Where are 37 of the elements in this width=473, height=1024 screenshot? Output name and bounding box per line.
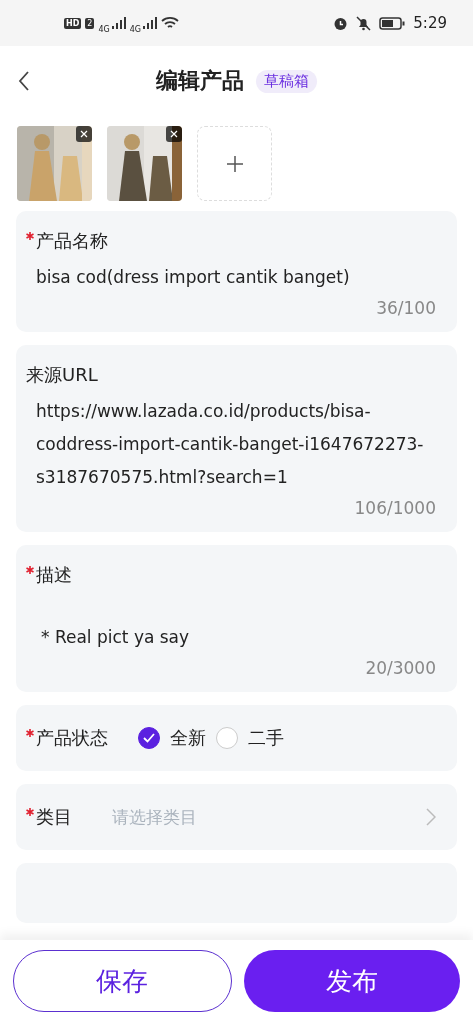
hd-badge: HD [64,17,82,29]
input-field[interactable]: * Real pict ya say [41,621,436,654]
radio-option[interactable]: 全新 [138,726,206,750]
radio-option[interactable]: 二手 [216,726,284,750]
signal-icon [143,17,158,29]
chevron-right-icon [426,808,436,826]
remove-photo-button[interactable] [76,126,92,142]
field-label: 产品状态 [36,726,108,750]
field-label: 类目 [36,805,72,829]
network-label: 4G [129,24,142,34]
option-label: 二手 [248,726,284,750]
back-icon[interactable] [18,71,30,91]
input-field[interactable]: https://www.lazada.co.id/products/bisa-coddress-import-cantik-banget-i1647672273-s3187670575.html?search=1 [36,395,436,494]
sim-badge: 2 [85,17,95,29]
clock-time: 5:29 [413,14,447,32]
signal-icon [111,17,126,29]
field-label: 来源URL [26,363,98,387]
remove-photo-button[interactable] [166,126,182,142]
page-title: 编辑产品 [156,67,244,95]
muted-bell-icon [356,15,372,31]
option-label: 全新 [170,726,206,750]
field-label: 产品名称 [36,229,108,253]
wifi-icon [161,16,180,30]
character-counter: 36/100 [375,298,436,318]
plus-icon [226,155,243,172]
alarm-icon [333,15,349,31]
check-icon [143,733,155,743]
publish-button[interactable]: 发布 [243,950,460,1012]
network-label: 4G [98,24,110,34]
battery-icon [379,16,406,30]
field-label: 描述 [36,563,72,587]
radio-button[interactable] [138,727,160,749]
character-counter: 106/1000 [353,498,436,518]
input-field[interactable]: bisa cod(dress import cantik banget) [36,261,436,294]
save-button[interactable]: 保存 [13,950,232,1012]
draft-badge: 草稿箱 [256,69,317,93]
character-counter: 20/3000 [364,658,436,678]
